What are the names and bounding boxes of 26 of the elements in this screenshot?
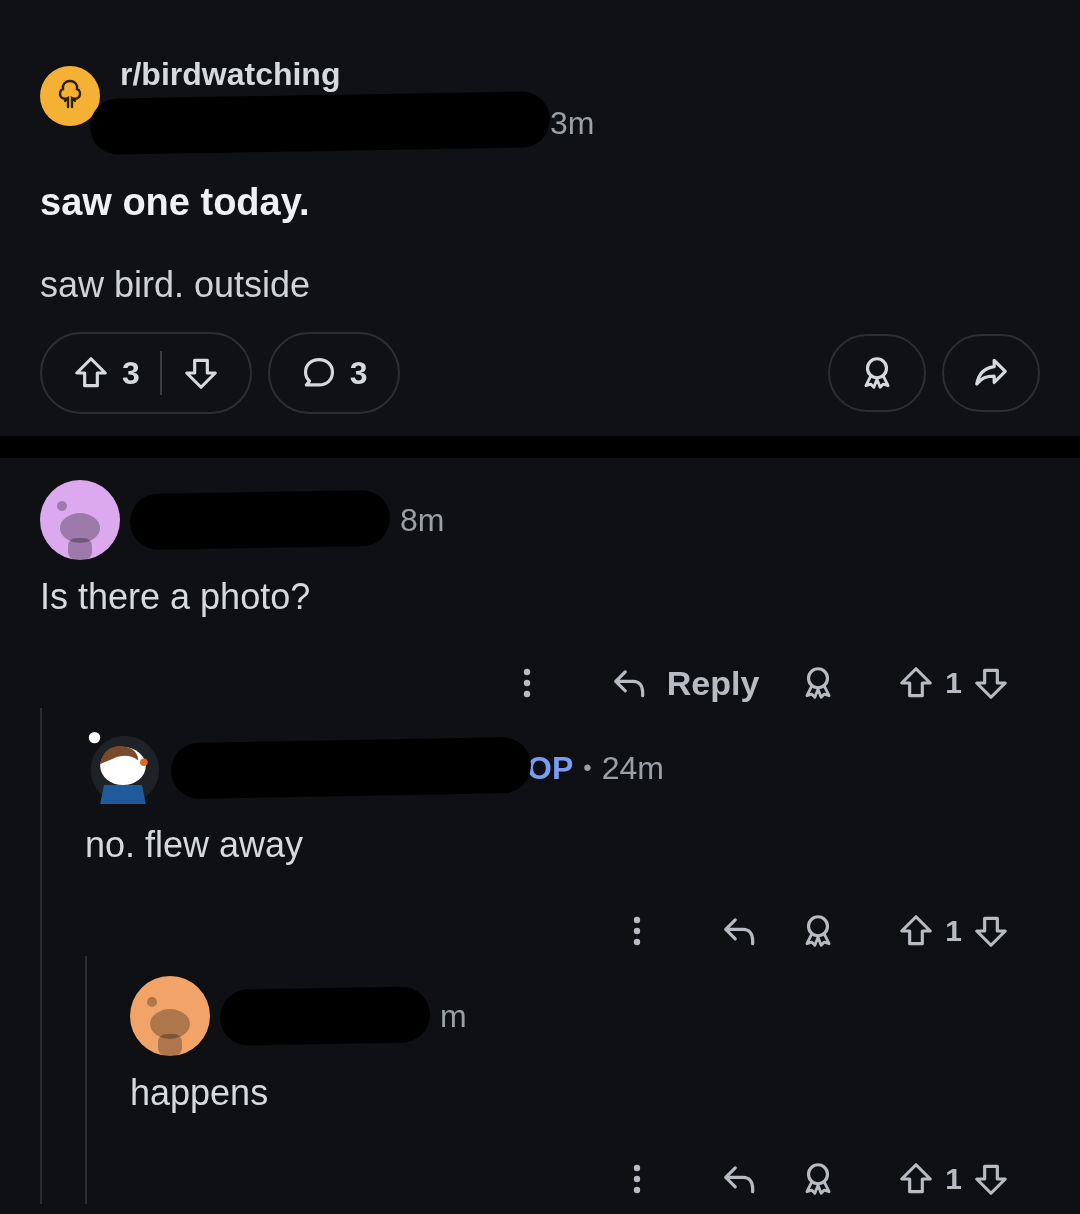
comment-time: 8m [400, 501, 445, 539]
meta-separator: • [583, 754, 592, 782]
vote-count: 1 [945, 666, 962, 700]
community-avatar-icon[interactable] [40, 66, 100, 126]
more-options-icon[interactable] [633, 1164, 642, 1194]
comment-time: m [440, 997, 467, 1035]
community-name[interactable]: r/birdwatching [120, 56, 595, 93]
comments-button[interactable]: 3 [267, 332, 400, 414]
vote-count: 1 [945, 914, 962, 948]
user-avatar[interactable] [130, 976, 210, 1056]
vote-count: 1 [945, 1162, 962, 1196]
more-options-icon[interactable] [633, 916, 642, 946]
post-title: saw one today. [40, 181, 311, 224]
post-body: saw bird. outside [40, 264, 312, 306]
user-avatar[interactable] [40, 480, 120, 560]
more-options-icon[interactable] [522, 668, 531, 698]
share-button[interactable] [942, 334, 1040, 412]
reply-button[interactable]: Reply [610, 663, 760, 703]
comment-text: Is there a photo? [40, 576, 312, 618]
vote-count: 3 [122, 354, 140, 392]
comment-time: 24m [601, 749, 664, 787]
comment-text: no. flew away [85, 824, 305, 866]
award-button[interactable] [828, 334, 926, 412]
post-time: 3m [550, 104, 595, 142]
op-flair: OP [527, 749, 574, 787]
comment-text: happens [130, 1072, 270, 1114]
